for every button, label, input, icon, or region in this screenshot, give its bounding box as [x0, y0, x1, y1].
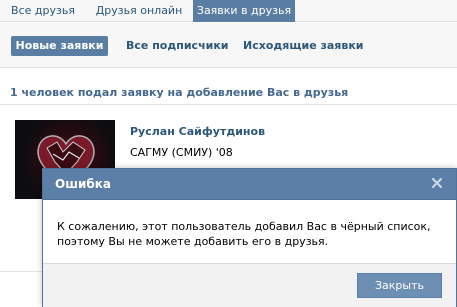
close-x-icon[interactable] — [430, 176, 444, 190]
close-button[interactable]: Закрыть — [357, 273, 442, 298]
request-user-education: САГМУ (СМИУ) '08 — [130, 146, 233, 159]
dialog-footer: Закрыть — [43, 263, 456, 307]
subnav-new-requests[interactable]: Новые заявки — [11, 36, 108, 56]
dialog-title: Ошибка — [55, 177, 111, 191]
subnav-all-subscribers[interactable]: Все подписчики — [126, 36, 229, 56]
tab-all-friends[interactable]: Все друзья — [0, 0, 86, 22]
dialog-message: К сожалению, этот пользователь добавил В… — [57, 220, 431, 248]
request-user-name[interactable]: Руслан Сайфутдинов — [130, 125, 265, 138]
requests-subnav: Новые заявки Все подписчики Исходящие за… — [0, 23, 457, 68]
requests-summary-header: 1 человек подал заявку на добавление Вас… — [0, 80, 457, 105]
tab-friend-requests[interactable]: Заявки в друзья — [193, 0, 295, 22]
dialog-header: Ошибка — [43, 169, 456, 200]
requests-summary-text: 1 человек подал заявку на добавление Вас… — [10, 86, 349, 99]
error-dialog: Ошибка К сожалению, этот пользователь до… — [42, 168, 457, 307]
friends-tabs: Все друзья Друзья онлайн Заявки в друзья — [0, 0, 457, 22]
tab-friends-online[interactable]: Друзья онлайн — [87, 0, 191, 22]
subnav-outgoing-requests[interactable]: Исходящие заявки — [243, 36, 364, 56]
